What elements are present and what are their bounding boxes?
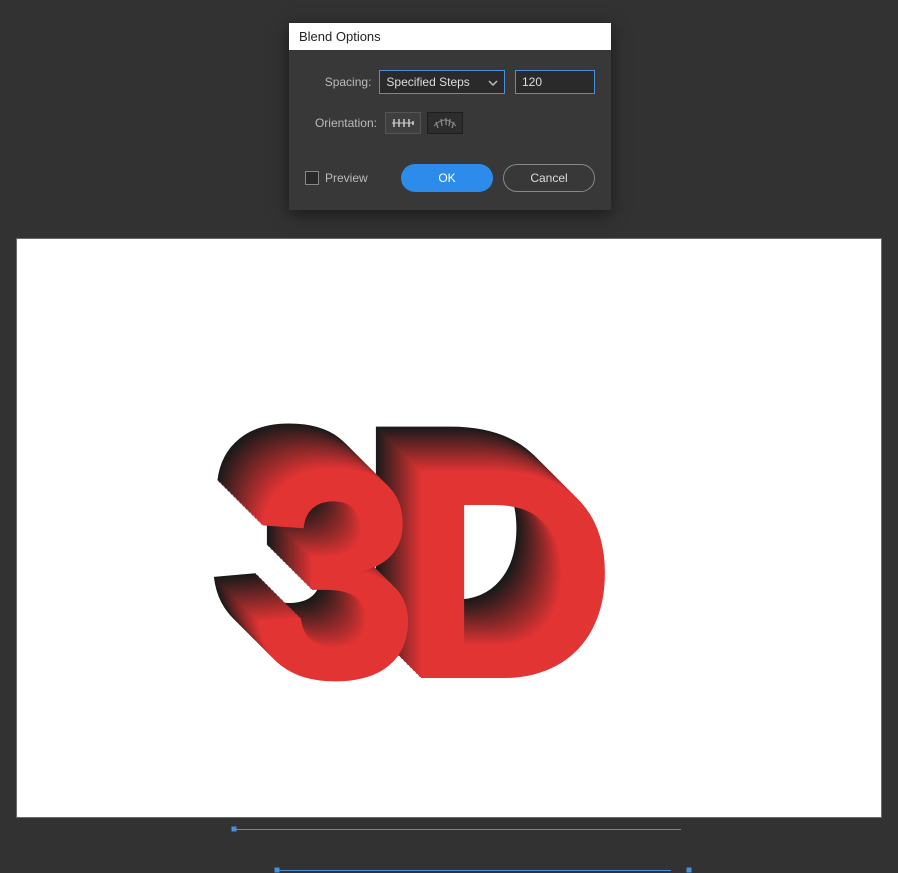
- selection-guide: [232, 829, 681, 830]
- preview-label: Preview: [325, 171, 368, 185]
- anchor-point[interactable]: [232, 827, 237, 832]
- spacing-row: Spacing: Specified Steps: [305, 70, 595, 94]
- spacing-mode-value: Specified Steps: [386, 75, 469, 89]
- orientation-group: [385, 112, 463, 134]
- preview-checkbox[interactable]: [305, 171, 319, 185]
- anchor-point[interactable]: [275, 868, 280, 873]
- spacing-steps-input[interactable]: [515, 70, 595, 94]
- artboard[interactable]: 3D3D3D3D3D3D3D3D3D3D3D3D3D3D3D3D3D3D3D3D…: [16, 238, 882, 818]
- cancel-button[interactable]: Cancel: [503, 164, 595, 192]
- dialog-button-row: Preview OK Cancel: [305, 164, 595, 192]
- spacing-label: Spacing:: [305, 75, 371, 89]
- blend-options-dialog: Blend Options Spacing: Specified Steps O…: [289, 23, 611, 210]
- ok-button[interactable]: OK: [401, 164, 493, 192]
- spacing-mode-select[interactable]: Specified Steps: [379, 70, 505, 94]
- blend-step: 3D: [252, 424, 600, 724]
- orientation-align-to-path[interactable]: [427, 112, 463, 134]
- anchor-point[interactable]: [687, 868, 692, 873]
- dialog-title: Blend Options: [289, 23, 611, 50]
- selection-guide: [275, 870, 671, 871]
- orientation-row: Orientation:: [305, 112, 595, 134]
- dialog-body: Spacing: Specified Steps Orientation:: [289, 50, 611, 210]
- orientation-align-to-page[interactable]: [385, 112, 421, 134]
- preview-checkbox-group: Preview: [305, 171, 368, 185]
- chevron-down-icon: [488, 75, 498, 89]
- orientation-label: Orientation:: [305, 116, 377, 130]
